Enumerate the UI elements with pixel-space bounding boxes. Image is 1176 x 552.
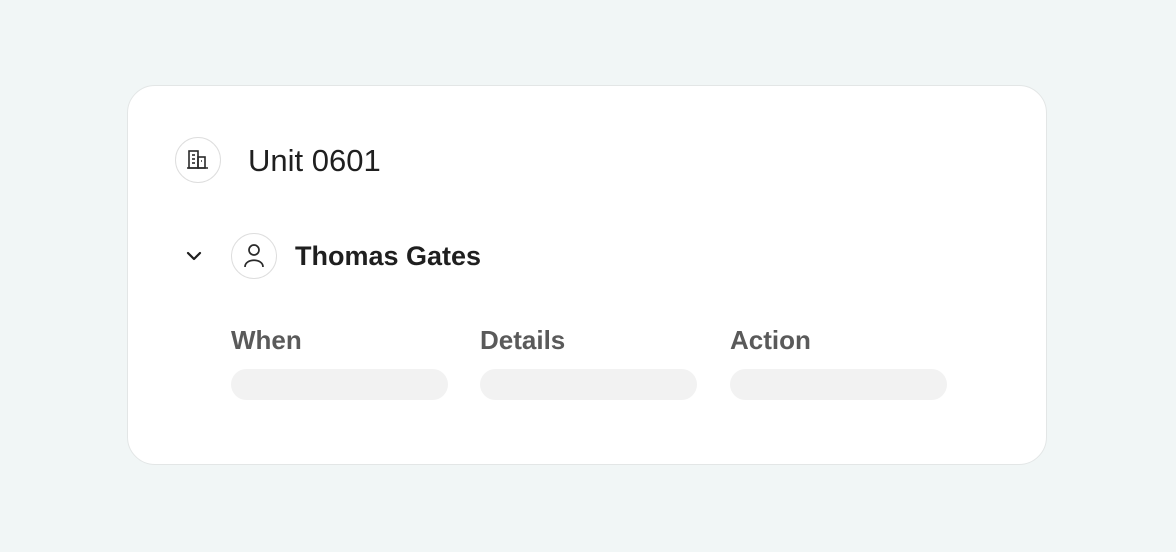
loading-placeholder-details [480,369,697,400]
chevron-down-icon[interactable] [182,244,206,268]
user-icon [231,233,277,279]
column-header-details: Details [480,325,566,355]
loading-placeholder-when [231,369,448,400]
column-header-when: When [231,325,302,355]
unit-title: Unit 0601 [248,143,381,178]
loading-placeholder-action [730,369,947,400]
building-icon [175,137,221,183]
person-name: Thomas Gates [295,241,482,271]
unit-card: Unit 0601 Thomas Gates When Details Acti… [127,85,1047,465]
column-header-action: Action [730,325,811,355]
